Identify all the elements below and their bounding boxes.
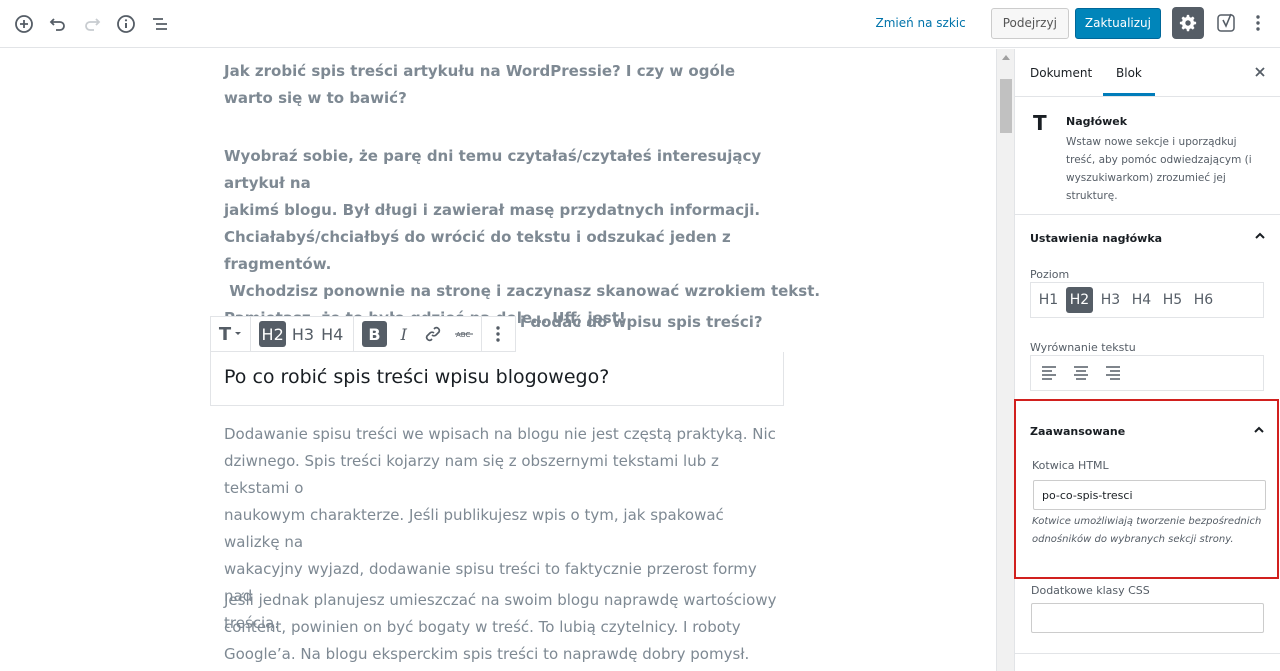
text-alignment-selector [1030,355,1264,391]
paragraph-line: Wchodzisz ponownie na stronę i zaczynasz… [224,282,821,300]
close-icon [1255,67,1265,77]
more-vertical-icon [496,326,501,342]
editor-header: Zmień na szkic Podejrzyj Zaktualizuj [0,0,1280,48]
align-right-icon[interactable] [1101,365,1123,381]
add-block-button[interactable] [8,8,40,40]
yoast-icon [1217,13,1235,32]
level-h3-button[interactable]: H3 [1097,287,1124,313]
heading-level-h3-button[interactable]: H3 [288,317,317,351]
paragraph-block[interactable]: Wyobraź sobie, że parę dni temu czytałaś… [224,143,821,332]
advanced-panel-toggle[interactable]: Zaawansowane [1016,401,1277,451]
paragraph-block[interactable]: Jak zrobić spis treści artykułu na WordP… [224,58,784,112]
content-scrollbar[interactable] [996,49,1014,671]
heading-block-icon: T [1033,111,1047,135]
info-icon [117,15,135,33]
level-h1-button[interactable]: H1 [1035,287,1062,313]
paragraph-line: Jeśli jednak planujesz umieszczać na swo… [224,591,777,609]
level-h4-button[interactable]: H4 [1128,287,1155,313]
editor-canvas[interactable]: Jak zrobić spis treści artykułu na WordP… [0,49,996,671]
block-navigation-button[interactable] [144,8,176,40]
info-button[interactable] [110,8,142,40]
active-tab-indicator [1103,93,1155,96]
more-vertical-icon [1256,15,1260,31]
level-h2-button[interactable]: H2 [1066,287,1093,313]
tab-document[interactable]: Dokument [1030,66,1092,80]
heading-settings-panel-toggle[interactable]: Ustawienia nagłówka [1015,215,1280,263]
panel-title: Zaawansowane [1030,425,1126,438]
redo-icon [85,18,101,31]
level-h5-button[interactable]: H5 [1159,287,1186,313]
paragraph-line: content, powinien on być bogaty w treść.… [224,618,741,636]
paragraph-line: Dodawanie spisu treści we wpisach na blo… [224,425,776,443]
chevron-up-icon [1254,426,1264,433]
plus-circle-icon [15,15,33,33]
level-label: Poziom [1030,268,1070,281]
divider [1015,653,1280,654]
heading-type-icon: T [218,323,232,345]
css-classes-input[interactable] [1031,603,1264,633]
link-button[interactable] [418,317,447,351]
link-icon [425,326,441,342]
list-icon [153,18,167,30]
heading-level-h4-button[interactable]: H4 [318,317,347,351]
block-type-switcher[interactable]: T [211,317,250,351]
switch-to-draft-button[interactable]: Zmień na szkic [875,16,965,30]
undo-button[interactable] [42,8,74,40]
settings-sidebar: Dokument Blok T Nagłówek Wstaw nowe sekc… [1014,49,1280,671]
chevron-up-icon [1255,232,1265,239]
paragraph-line: jakimś blogu. Był długi i zawierał masę … [224,201,761,219]
html-anchor-input[interactable] [1033,480,1266,510]
advanced-panel-highlight: Zaawansowane Kotwica HTML Kotwice umożli… [1014,399,1279,579]
caret-down-icon [235,332,242,335]
alignment-label: Wyrównanie tekstu [1030,341,1136,354]
update-button[interactable]: Zaktualizuj [1074,7,1161,39]
level-h6-button[interactable]: H6 [1190,287,1217,313]
heading-level-h2-button[interactable]: H2 [258,321,287,347]
scroll-up-arrow-icon[interactable] [1002,55,1010,60]
paragraph-line: naukowym charakterze. Jeśli publikujesz … [224,506,724,551]
yoast-seo-button[interactable] [1212,7,1242,39]
scrollbar-thumb[interactable] [1000,79,1012,133]
paragraph-line: Wyobraź sobie, że parę dni temu czytałaś… [224,147,762,192]
paragraph-block[interactable]: i dodać do wpisu spis treści? [520,309,996,336]
anchor-help-text: Kotwice umożliwiają tworzenie bezpośredn… [1032,516,1262,545]
toolbar-divider [352,317,354,351]
redo-button[interactable] [76,8,108,40]
header-toolbar-left [8,8,176,40]
strikethrough-icon: ABC [455,331,474,339]
bold-button[interactable]: B [361,321,388,347]
preview-button[interactable]: Podejrzyj [990,7,1069,39]
paragraph-line: Chciałabyś/chciałbyś do wrócić do tekstu… [224,228,731,273]
heading-block[interactable]: Po co robić spis treści wpisu blogowego? [210,352,784,406]
more-options-button[interactable] [1246,7,1270,39]
sidebar-tabs: Dokument Blok [1015,49,1280,97]
block-toolbar: T H2 H3 H4 B I ABC [210,316,516,352]
block-more-options-button[interactable] [482,317,515,351]
anchor-label: Kotwica HTML [1032,459,1109,472]
heading-level-selector: H1 H2 H3 H4 H5 H6 [1030,282,1264,318]
italic-button[interactable]: I [389,317,418,351]
align-left-icon[interactable] [1039,365,1061,381]
undo-icon [49,18,65,31]
paragraph-block[interactable]: Jeśli jednak planujesz umieszczać na swo… [224,587,784,668]
close-sidebar-button[interactable] [1254,63,1266,82]
strikethrough-button[interactable]: ABC [448,317,481,351]
toolbar-divider [250,317,251,351]
svg-text:ABC: ABC [456,331,470,339]
panel-title: Ustawienia nagłówka [1030,232,1163,245]
settings-button[interactable] [1172,7,1204,39]
css-classes-label: Dodatkowe klasy CSS [1031,584,1150,597]
header-toolbar-right: Zmień na szkic Podejrzyj Zaktualizuj [875,7,1270,39]
align-center-icon[interactable] [1070,365,1092,381]
paragraph-line: dziwnego. Spis treści kojarzy nam się z … [224,452,719,497]
tab-block[interactable]: Blok [1116,66,1142,80]
heading-text[interactable]: Po co robić spis treści wpisu blogowego? [224,366,609,388]
block-card: T Nagłówek Wstaw nowe sekcje i uporządku… [1015,97,1280,215]
paragraph-line: Google’a. Na blogu eksperckim spis treśc… [224,645,750,663]
gear-icon [1179,14,1197,32]
block-card-description: Wstaw nowe sekcje i uporządkuj treść, ab… [1066,136,1252,202]
block-card-title: Nagłówek [1066,115,1128,128]
